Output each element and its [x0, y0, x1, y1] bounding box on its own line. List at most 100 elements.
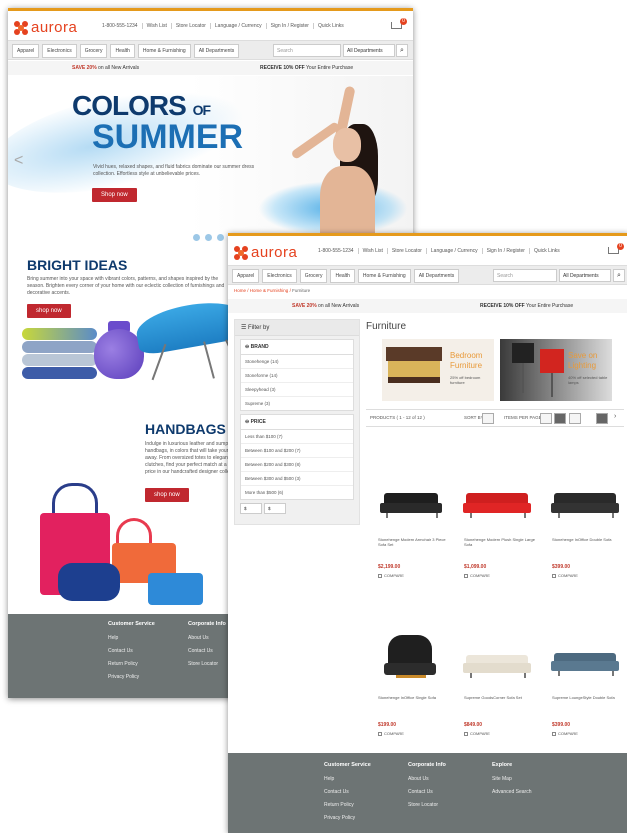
- breadcrumb-home[interactable]: Home: [234, 288, 246, 293]
- link-quick-links[interactable]: Quick Links: [318, 23, 348, 29]
- carousel-dots[interactable]: [193, 234, 224, 241]
- footer-link-contact-3[interactable]: Contact Us: [324, 789, 371, 795]
- product-card[interactable]: Stonehenge Modern Armchair 3 Piece Sofa …: [370, 465, 454, 595]
- footer-link-help[interactable]: Help: [108, 635, 155, 641]
- product-card[interactable]: Stonehenge InOffice Double Sofa $399.00 …: [544, 465, 627, 595]
- tab-electronics[interactable]: Electronics: [42, 44, 77, 58]
- footer-link-privacy-2[interactable]: Privacy Policy: [324, 815, 371, 821]
- link-language-currency[interactable]: Language / Currency: [215, 23, 267, 29]
- bedroom-banner[interactable]: Bedroom Furniture 25% off bedroom furnit…: [382, 339, 494, 401]
- compare-checkbox[interactable]: COMPARE: [464, 573, 490, 578]
- tab-apparel-2[interactable]: Apparel: [232, 269, 260, 283]
- tab-all-departments-2[interactable]: All Departments: [413, 269, 460, 283]
- footer-link-return-2[interactable]: Return Policy: [324, 802, 371, 808]
- link-store-locator-2[interactable]: Store Locator: [392, 248, 427, 254]
- tab-home-furnishing-2[interactable]: Home & Furnishing: [357, 269, 411, 283]
- tab-grocery[interactable]: Grocery: [79, 44, 108, 58]
- link-wish-list[interactable]: Wish List: [147, 23, 172, 29]
- sort-by-label: SORT BY: [464, 415, 484, 420]
- items-per-page-select[interactable]: [540, 413, 552, 424]
- price-filter-title[interactable]: ⊖ PRICE: [241, 415, 353, 430]
- link-language-currency-2[interactable]: Language / Currency: [431, 248, 483, 254]
- tab-apparel[interactable]: Apparel: [12, 44, 40, 58]
- product-card[interactable]: Supreme LoungeStyle Double Sofa $399.00 …: [544, 623, 627, 753]
- footer-link-help-2[interactable]: Help: [324, 776, 371, 782]
- footer-link-contact-2[interactable]: Contact Us: [188, 648, 226, 654]
- product-name[interactable]: Supreme LoungeStyle Double Sofa: [552, 695, 624, 700]
- carousel-prev-icon[interactable]: <: [14, 152, 23, 170]
- product-card[interactable]: Stonehenge InOffice Single Sofa $199.00 …: [370, 623, 454, 753]
- footer-link-privacy[interactable]: Privacy Policy: [108, 674, 155, 680]
- footer-link-about[interactable]: About Us: [188, 635, 226, 641]
- price-min-input[interactable]: $: [240, 503, 262, 514]
- compare-checkbox[interactable]: COMPARE: [464, 731, 490, 736]
- compare-checkbox[interactable]: COMPARE: [552, 573, 578, 578]
- sort-select[interactable]: [482, 413, 494, 424]
- search-input[interactable]: Search: [273, 44, 341, 57]
- cart-icon[interactable]: 0: [606, 243, 624, 257]
- compare-checkbox[interactable]: COMPARE: [378, 731, 404, 736]
- price-option[interactable]: Between $100 and $200 (7): [241, 444, 353, 458]
- tab-health-2[interactable]: Health: [330, 269, 355, 283]
- footer-link-site-map[interactable]: Site Map: [492, 776, 531, 782]
- brand-logo[interactable]: aurora: [14, 19, 77, 36]
- list-view-icon[interactable]: [569, 413, 581, 424]
- department-select-2[interactable]: All Departments: [559, 269, 611, 282]
- compare-checkbox[interactable]: COMPARE: [552, 731, 578, 736]
- price-option[interactable]: More than $500 (6): [241, 486, 353, 499]
- link-wish-list-2[interactable]: Wish List: [363, 248, 388, 254]
- footer-link-contact[interactable]: Contact Us: [108, 648, 155, 654]
- price-option[interactable]: Between $200 and $300 (8): [241, 458, 353, 472]
- footer-link-advanced-search[interactable]: Advanced Search: [492, 789, 531, 795]
- product-card[interactable]: Stonehenge Modern Plush Single Large Sof…: [456, 465, 540, 595]
- product-name[interactable]: Supreme GoodsCorner Sofa Set: [464, 695, 536, 700]
- compare-checkbox[interactable]: COMPARE: [378, 573, 404, 578]
- next-page-icon[interactable]: ›: [614, 413, 616, 420]
- price-max-input[interactable]: $: [264, 503, 286, 514]
- tab-health[interactable]: Health: [110, 44, 135, 58]
- hero-shop-now-button[interactable]: Shop now: [92, 188, 137, 202]
- footer-link-contact-4[interactable]: Contact Us: [408, 789, 446, 795]
- product-name[interactable]: Stonehenge InOffice Double Sofa: [552, 537, 624, 542]
- product-name[interactable]: Stonehenge Modern Plush Single Large Sof…: [464, 537, 536, 548]
- product-card[interactable]: Supreme GoodsCorner Sofa Set $849.00 COM…: [456, 623, 540, 753]
- search-icon[interactable]: ⌕: [613, 269, 625, 282]
- lighting-banner[interactable]: Save on Lighting 40% off selected table …: [500, 339, 612, 401]
- footer-link-return[interactable]: Return Policy: [108, 661, 155, 667]
- brand-option[interactable]: Stonehenge (14): [241, 355, 353, 369]
- link-quick-links-2[interactable]: Quick Links: [534, 248, 564, 254]
- brand-option[interactable]: Supreme (3): [241, 397, 353, 410]
- page-1-button[interactable]: [596, 413, 608, 424]
- footer-link-store-locator-2[interactable]: Store Locator: [408, 802, 446, 808]
- brand-name: aurora: [31, 19, 78, 36]
- department-select[interactable]: All Departments: [343, 44, 395, 57]
- link-sign-in[interactable]: Sign In / Register: [271, 23, 314, 29]
- banner-lighting-text: 40% off selected table lamps: [568, 375, 608, 386]
- price-option[interactable]: Less than $100 (7): [241, 430, 353, 444]
- search-input-2[interactable]: Search: [493, 269, 557, 282]
- breadcrumb-home-furnishing[interactable]: Home & Furnishing: [250, 288, 289, 293]
- cart-icon[interactable]: 0: [389, 18, 407, 32]
- price-option[interactable]: Between $300 and $500 (3): [241, 472, 353, 486]
- handbags-shop-button[interactable]: shop now: [145, 488, 189, 502]
- product-name[interactable]: Stonehenge Modern Armchair 3 Piece Sofa …: [378, 537, 450, 548]
- promo-save: SAVE 20%: [72, 65, 97, 71]
- product-name[interactable]: Stonehenge InOffice Single Sofa: [378, 695, 450, 700]
- footer-2: Customer Service Help Contact Us Return …: [228, 753, 627, 833]
- brand-filter-title[interactable]: ⊖ BRAND: [241, 340, 353, 355]
- brand-logo-2[interactable]: aurora: [234, 244, 297, 261]
- banner-lighting-subtitle: Lighting: [568, 361, 597, 370]
- tab-electronics-2[interactable]: Electronics: [262, 269, 297, 283]
- brand-option[interactable]: Stoneforme (14): [241, 369, 353, 383]
- footer-link-store-locator[interactable]: Store Locator: [188, 661, 226, 667]
- grid-view-icon[interactable]: [554, 413, 566, 424]
- brand-option[interactable]: Sleepyhead (3): [241, 383, 353, 397]
- link-store-locator[interactable]: Store Locator: [176, 23, 211, 29]
- tab-home-furnishing[interactable]: Home & Furnishing: [137, 44, 191, 58]
- tab-all-departments[interactable]: All Departments: [193, 44, 240, 58]
- tab-grocery-2[interactable]: Grocery: [299, 269, 328, 283]
- search-icon[interactable]: ⌕: [396, 44, 408, 57]
- link-sign-in-2[interactable]: Sign In / Register: [487, 248, 530, 254]
- bright-ideas-shop-button[interactable]: shop now: [27, 304, 71, 318]
- footer-link-about-2[interactable]: About Us: [408, 776, 446, 782]
